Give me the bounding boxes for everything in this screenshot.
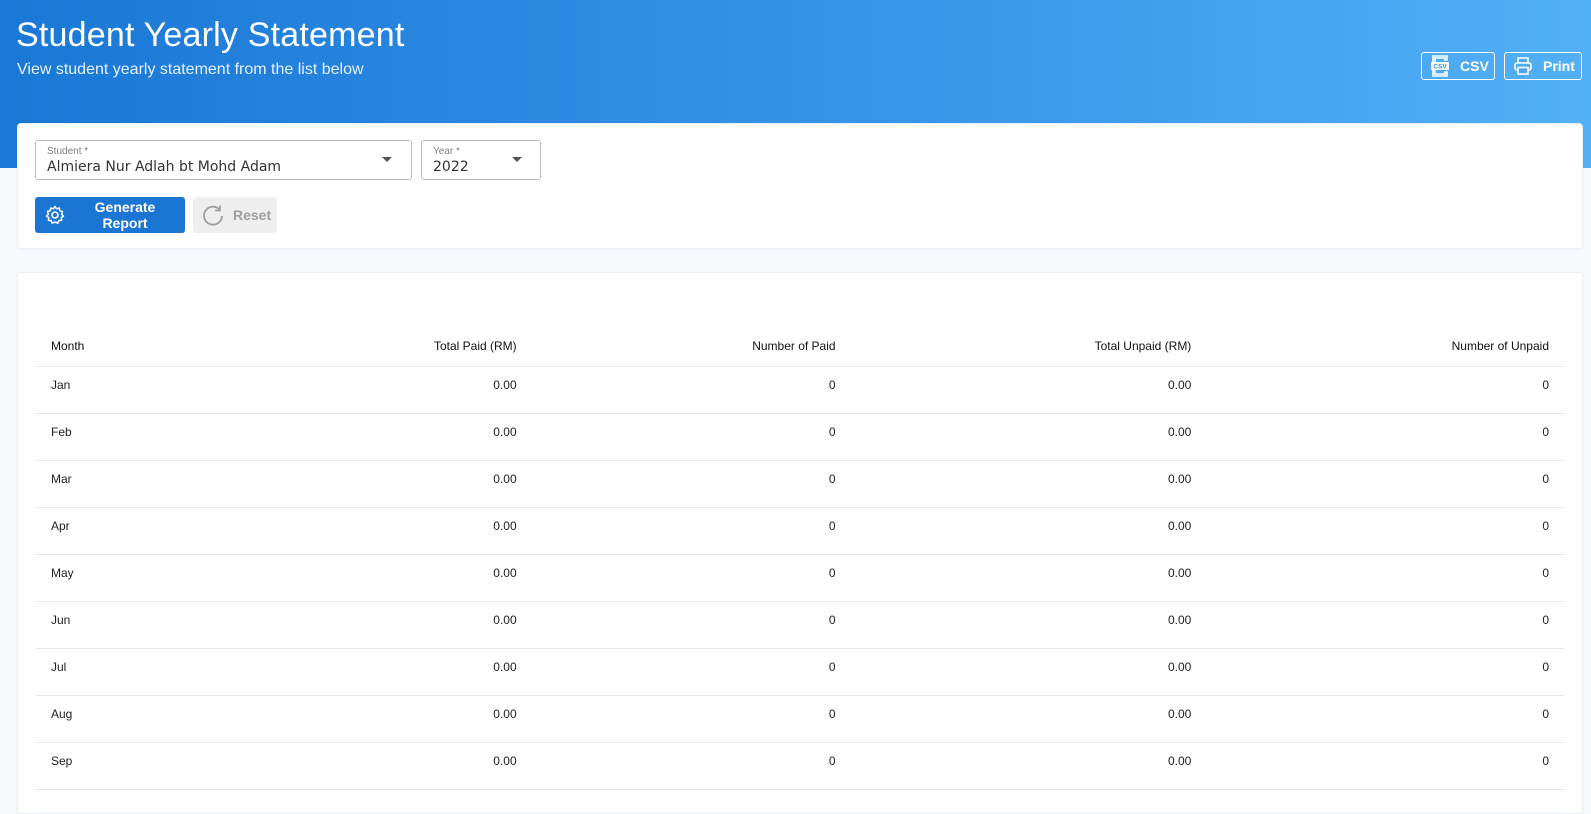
column-header-total-paid: Total Paid (RM) xyxy=(215,326,533,367)
csv-file-icon: CSV xyxy=(1430,55,1450,77)
csv-button-label: CSV xyxy=(1460,58,1489,74)
cell-total-paid: 0.00 xyxy=(215,507,533,555)
cell-month: Apr xyxy=(35,507,216,555)
table-row: Feb 0.00 0 0.00 0 xyxy=(35,413,1565,461)
cell-number-of-unpaid: 0 xyxy=(1207,742,1565,790)
cell-total-unpaid: 0.00 xyxy=(851,460,1208,508)
cell-total-unpaid: 0.00 xyxy=(851,742,1208,790)
cell-total-unpaid: 0.00 xyxy=(851,695,1208,743)
cell-total-unpaid: 0.00 xyxy=(851,601,1208,649)
cell-total-unpaid: 0.00 xyxy=(851,648,1208,696)
chevron-down-icon xyxy=(382,157,392,162)
filter-card: Student * Almiera Nur Adlah bt Mohd Adam… xyxy=(17,123,1583,249)
cell-number-of-unpaid: 0 xyxy=(1207,413,1565,461)
year-select[interactable]: Year * 2022 xyxy=(421,140,541,180)
cell-number-of-paid: 0 xyxy=(532,648,852,696)
cell-number-of-unpaid: 0 xyxy=(1207,601,1565,649)
table-row: Mar 0.00 0 0.00 0 xyxy=(35,460,1565,508)
print-button-label: Print xyxy=(1543,58,1575,74)
cell-month: Jun xyxy=(35,601,216,649)
table-row: Jun 0.00 0 0.00 0 xyxy=(35,601,1565,649)
cell-number-of-paid: 0 xyxy=(532,460,852,508)
cell-total-unpaid: 0.00 xyxy=(851,554,1208,602)
cell-total-paid: 0.00 xyxy=(215,695,533,743)
column-header-total-unpaid: Total Unpaid (RM) xyxy=(851,326,1208,367)
generate-report-label: Generate Report xyxy=(94,199,156,231)
page-title: Student Yearly Statement xyxy=(16,16,405,54)
student-value: Almiera Nur Adlah bt Mohd Adam xyxy=(47,159,282,175)
cell-number-of-unpaid: 0 xyxy=(1207,366,1565,414)
cell-number-of-unpaid: 0 xyxy=(1207,507,1565,555)
cell-month: Feb xyxy=(35,413,216,461)
cell-number-of-unpaid: 0 xyxy=(1207,554,1565,602)
svg-text:CSV: CSV xyxy=(1433,64,1447,71)
statement-card: Month Total Paid (RM) Number of Paid Tot… xyxy=(17,272,1583,814)
cell-month: May xyxy=(35,554,216,602)
printer-icon xyxy=(1513,56,1533,76)
chevron-down-icon xyxy=(512,157,522,162)
year-value: 2022 xyxy=(433,159,469,175)
cell-number-of-paid: 0 xyxy=(532,554,852,602)
table-row: Jul 0.00 0 0.00 0 xyxy=(35,648,1565,696)
student-label: Student * xyxy=(47,146,89,157)
cell-total-paid: 0.00 xyxy=(215,742,533,790)
print-button[interactable]: Print xyxy=(1504,52,1582,80)
cell-total-paid: 0.00 xyxy=(215,554,533,602)
cell-number-of-paid: 0 xyxy=(532,366,852,414)
cell-total-paid: 0.00 xyxy=(215,366,533,414)
cell-number-of-unpaid: 0 xyxy=(1207,460,1565,508)
cell-number-of-unpaid: 0 xyxy=(1207,648,1565,696)
column-header-month: Month xyxy=(35,326,216,367)
cell-month: Aug xyxy=(35,695,216,743)
table-row: May 0.00 0 0.00 0 xyxy=(35,554,1565,602)
cell-number-of-paid: 0 xyxy=(532,601,852,649)
cell-total-unpaid: 0.00 xyxy=(851,507,1208,555)
cell-total-paid: 0.00 xyxy=(215,413,533,461)
table-row: Sep 0.00 0 0.00 0 xyxy=(35,742,1565,790)
cell-number-of-paid: 0 xyxy=(532,413,852,461)
reset-label: Reset xyxy=(233,207,272,223)
cell-number-of-paid: 0 xyxy=(532,695,852,743)
table-row: Aug 0.00 0 0.00 0 xyxy=(35,695,1565,743)
cell-total-paid: 0.00 xyxy=(215,460,533,508)
student-select[interactable]: Student * Almiera Nur Adlah bt Mohd Adam xyxy=(35,140,412,180)
page-subtitle: View student yearly statement from the l… xyxy=(17,61,364,78)
cell-total-unpaid: 0.00 xyxy=(851,413,1208,461)
column-header-number-of-paid: Number of Paid xyxy=(532,326,852,367)
gear-icon xyxy=(45,205,65,225)
generate-report-button[interactable]: Generate Report xyxy=(35,197,185,233)
cell-total-paid: 0.00 xyxy=(215,648,533,696)
cell-number-of-paid: 0 xyxy=(532,742,852,790)
csv-export-button[interactable]: CSV CSV xyxy=(1421,52,1495,80)
column-header-number-of-unpaid: Number of Unpaid xyxy=(1207,326,1565,367)
cell-number-of-paid: 0 xyxy=(532,507,852,555)
reset-button[interactable]: Reset xyxy=(193,197,277,233)
cell-total-unpaid: 0.00 xyxy=(851,366,1208,414)
cell-total-paid: 0.00 xyxy=(215,601,533,649)
table-header-row: Month Total Paid (RM) Number of Paid Tot… xyxy=(35,326,1565,367)
table-row: Jan 0.00 0 0.00 0 xyxy=(35,366,1565,414)
year-label: Year * xyxy=(433,146,460,157)
table-row: Apr 0.00 0 0.00 0 xyxy=(35,507,1565,555)
cell-number-of-unpaid: 0 xyxy=(1207,695,1565,743)
cell-month: Sep xyxy=(35,742,216,790)
cell-month: Mar xyxy=(35,460,216,508)
cell-month: Jul xyxy=(35,648,216,696)
cell-month: Jan xyxy=(35,366,216,414)
refresh-icon xyxy=(201,203,225,227)
statement-table: Month Total Paid (RM) Number of Paid Tot… xyxy=(35,326,1565,790)
